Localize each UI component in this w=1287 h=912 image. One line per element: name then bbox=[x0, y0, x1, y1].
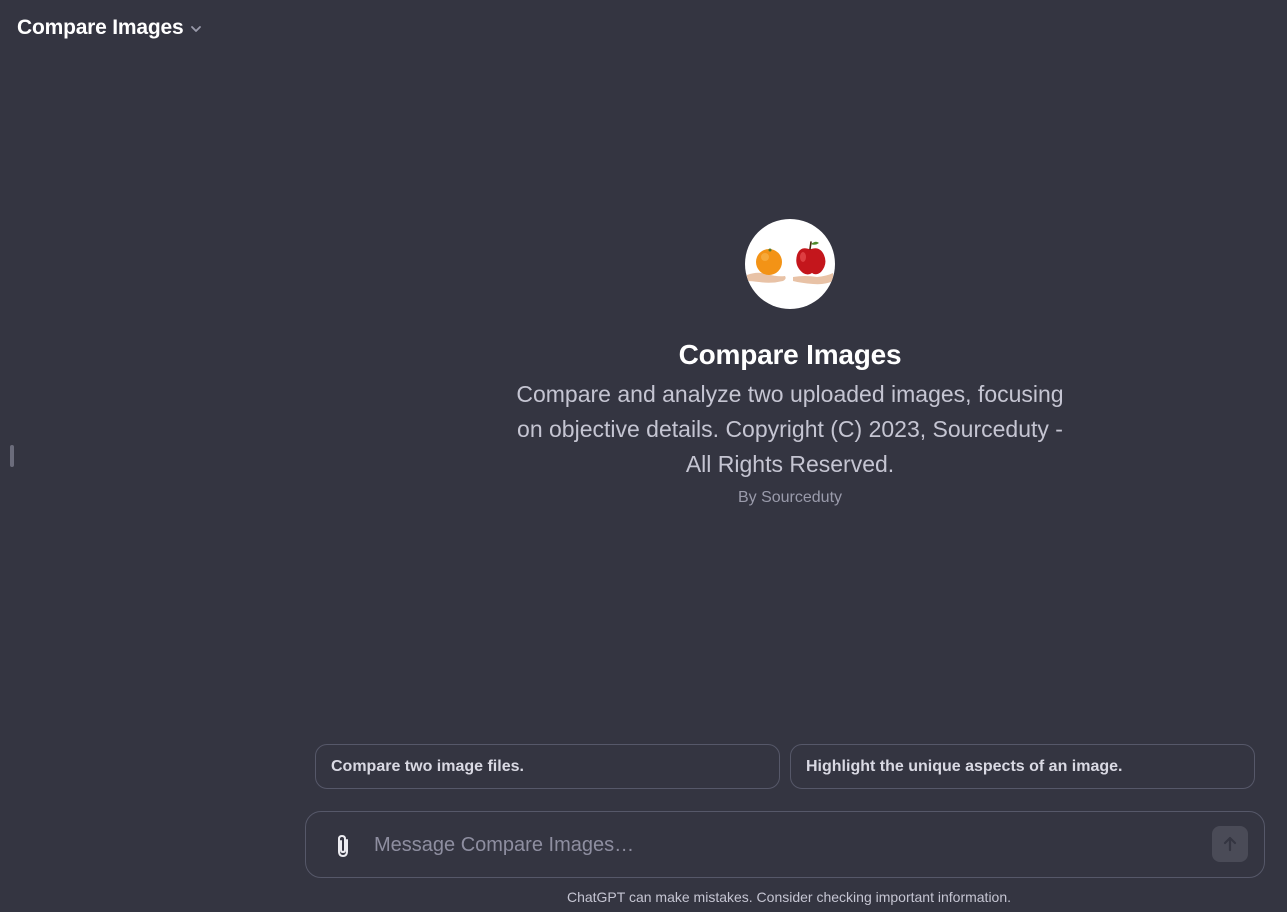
message-input[interactable] bbox=[374, 830, 1194, 860]
suggestion-highlight-aspects[interactable]: Highlight the unique aspects of an image… bbox=[790, 744, 1255, 789]
chat-page: Compare Images Compare Images Compare an… bbox=[0, 0, 1287, 912]
gpt-description: Compare and analyze two uploaded images,… bbox=[516, 381, 1064, 477]
suggestion-compare-files[interactable]: Compare two image files. bbox=[315, 744, 780, 789]
gpt-avatar bbox=[745, 219, 835, 309]
attach-button[interactable] bbox=[330, 832, 356, 860]
gpt-intro: Compare Images Compare and analyze two u… bbox=[505, 219, 1075, 507]
model-selector[interactable]: Compare Images bbox=[17, 16, 203, 40]
page-title: Compare Images bbox=[17, 16, 184, 39]
suggestion-label: Highlight the unique aspects of an image… bbox=[806, 757, 1123, 775]
gpt-author: By Sourceduty bbox=[737, 489, 843, 506]
arrow-up-icon bbox=[1223, 836, 1237, 852]
orange-and-apple-icon bbox=[747, 241, 833, 285]
send-button[interactable] bbox=[1212, 826, 1248, 862]
disclaimer-text: ChatGPT can make mistakes. Consider chec… bbox=[566, 889, 1012, 905]
chevron-down-icon bbox=[189, 22, 203, 36]
message-composer bbox=[305, 811, 1265, 878]
suggestion-label: Compare two image files. bbox=[331, 757, 524, 775]
paperclip-icon bbox=[338, 835, 348, 857]
sidebar-toggle-handle[interactable] bbox=[10, 445, 14, 467]
gpt-name: Compare Images bbox=[678, 339, 902, 370]
